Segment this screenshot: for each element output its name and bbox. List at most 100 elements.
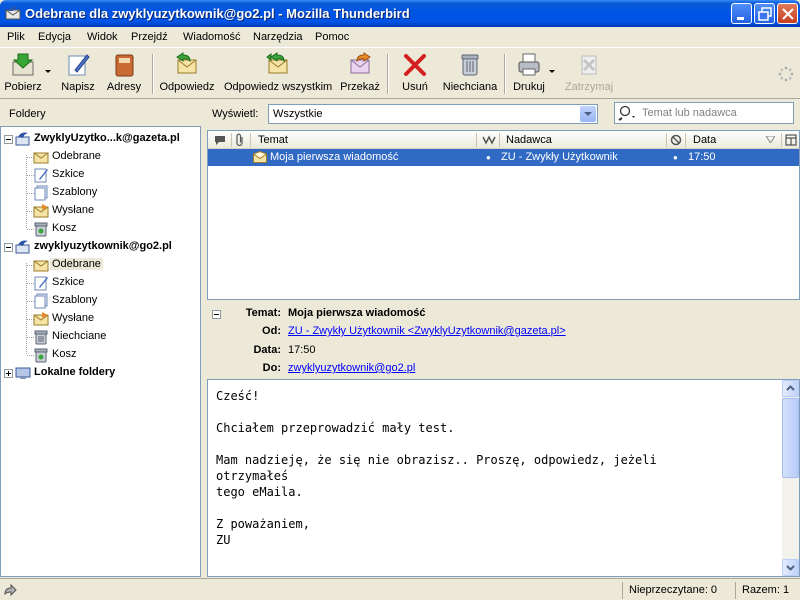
reply-icon xyxy=(176,52,197,74)
reply-button[interactable]: Odpowiedz xyxy=(158,52,216,98)
reply-all-button[interactable]: Odpowiedz wszystkim xyxy=(224,52,332,98)
message-date: 17:50 xyxy=(688,151,716,163)
date-label: Data: xyxy=(253,344,281,356)
menu-help[interactable]: Pomoc xyxy=(315,31,349,43)
chevron-down-icon[interactable] xyxy=(580,106,596,122)
body-paragraph: Z poważaniem, ZU xyxy=(216,517,310,547)
write-button[interactable]: Napisz xyxy=(58,52,98,98)
junk-dot-icon: ● xyxy=(673,153,678,162)
thread-column-icon[interactable] xyxy=(214,134,226,146)
address-book-button[interactable]: Adresy xyxy=(104,52,144,98)
print-dropdown-icon[interactable] xyxy=(549,70,555,73)
title-bar: Odebrane dla zwyklyuzytkownik@go2.pl - M… xyxy=(0,0,800,27)
delete-button[interactable]: Usuń xyxy=(396,52,434,98)
get-mail-button[interactable]: Pobierz xyxy=(3,52,43,98)
forward-icon xyxy=(350,52,371,74)
delete-icon xyxy=(404,54,426,76)
from-label: Od: xyxy=(262,325,281,337)
subject-label: Temat: xyxy=(245,307,281,319)
total-count: Razem: 1 xyxy=(735,582,795,599)
stop-icon xyxy=(581,55,597,75)
account-icon xyxy=(15,240,30,254)
menu-edit[interactable]: Edycja xyxy=(38,31,71,43)
junk-folder-icon xyxy=(34,330,48,345)
status-bar: Nieprzeczytane: 0 Razem: 1 xyxy=(0,578,800,600)
junk-icon xyxy=(461,54,479,76)
read-message-icon xyxy=(253,151,267,163)
toolbar-separator xyxy=(387,54,389,94)
menu-file[interactable]: Plik xyxy=(7,31,25,43)
reply-all-icon xyxy=(266,52,288,74)
message-sender: ZU - Zwykły Użytkownik xyxy=(501,151,618,163)
minimize-button[interactable] xyxy=(731,3,752,24)
body-paragraph: Chciałem przeprowadzić mały test. xyxy=(216,421,455,435)
write-icon xyxy=(68,54,90,76)
header-to-link[interactable]: zwyklyuzytkownik@go2.pl xyxy=(288,362,415,374)
read-column-icon[interactable] xyxy=(482,135,496,145)
maximize-button[interactable] xyxy=(754,3,775,24)
menu-message[interactable]: Wiadomość xyxy=(183,31,240,43)
table-row[interactable]: Moja pierwsza wiadomość ● ZU - Zwykły Uż… xyxy=(208,149,799,166)
body-paragraph: Cześć! xyxy=(216,389,260,403)
header-from-link[interactable]: ZU - Zwykły Użytkownik <ZwyklyUzytkownik… xyxy=(288,325,566,337)
toolbar-separator xyxy=(152,54,154,94)
search-icon xyxy=(618,105,635,121)
column-date[interactable]: Data xyxy=(693,134,716,146)
get-mail-dropdown-icon[interactable] xyxy=(45,70,51,73)
folder-tree: ZwyklyUzytko...k@gazeta.pl Odebrane Szki… xyxy=(0,126,201,577)
drafts-icon xyxy=(34,168,48,183)
trash-icon xyxy=(34,222,48,237)
column-picker-icon[interactable] xyxy=(785,134,797,146)
tree-line xyxy=(26,263,27,354)
trash-icon xyxy=(34,348,48,363)
toolbar: Pobierz Napisz Adresy Odpowiedz Odpowied… xyxy=(0,47,800,99)
collapse-account-1-icon[interactable] xyxy=(4,135,13,144)
collapse-account-2-icon[interactable] xyxy=(4,243,13,252)
sent-icon xyxy=(33,204,49,218)
junk-button[interactable]: Niechciana xyxy=(442,52,498,98)
stop-button[interactable]: Zatrzymaj xyxy=(562,52,616,98)
menu-tools[interactable]: Narzędzia xyxy=(253,31,303,43)
attachment-column-icon[interactable] xyxy=(235,133,245,147)
scroll-thumb[interactable] xyxy=(782,398,799,478)
search-input[interactable]: Temat lub nadawca xyxy=(614,102,794,124)
menu-view[interactable]: Widok xyxy=(87,31,118,43)
column-subject[interactable]: Temat xyxy=(258,134,288,146)
junk-status-column-icon[interactable] xyxy=(670,134,682,146)
header-date: 17:50 xyxy=(288,344,316,356)
message-header: Temat: Moja pierwsza wiadomość Od: ZU - … xyxy=(207,303,800,379)
body-paragraph: Mam nadzieję, że się nie obrazisz.. Pros… xyxy=(216,453,657,499)
inbox-icon xyxy=(33,260,49,272)
expand-local-folders-icon[interactable] xyxy=(4,369,13,378)
online-status-icon[interactable] xyxy=(3,582,19,598)
close-button[interactable] xyxy=(777,3,798,24)
forward-button[interactable]: Przekaż xyxy=(340,52,380,98)
view-label: Wyświetl: xyxy=(212,108,259,120)
menu-go[interactable]: Przejdź xyxy=(131,31,168,43)
print-button[interactable]: Drukuj xyxy=(510,52,548,98)
message-list: Temat Nadawca Data Moja pierwsza wiadomo… xyxy=(207,130,800,300)
menu-bar: Plik Edycja Widok Przejdź Wiadomość Narz… xyxy=(0,27,800,47)
templates-icon xyxy=(34,185,48,201)
scroll-up-button[interactable] xyxy=(782,380,799,397)
header-subject: Moja pierwsza wiadomość xyxy=(288,307,426,319)
message-subject: Moja pierwsza wiadomość xyxy=(270,151,399,163)
scroll-down-button[interactable] xyxy=(782,559,799,576)
body-scrollbar[interactable] xyxy=(782,380,799,576)
inbox-icon xyxy=(33,152,49,164)
tree-line xyxy=(26,155,27,228)
throbber-icon xyxy=(778,66,794,82)
column-sender[interactable]: Nadawca xyxy=(506,134,552,146)
message-list-header: Temat Nadawca Data xyxy=(208,131,799,149)
address-book-icon xyxy=(115,54,134,77)
toolbar-separator xyxy=(504,54,506,94)
view-select[interactable]: Wszystkie xyxy=(268,104,598,124)
drafts-icon xyxy=(34,276,48,291)
folders-header: Foldery xyxy=(9,108,46,120)
unread-count: Nieprzeczytane: 0 xyxy=(622,582,728,599)
account-icon xyxy=(15,132,30,146)
get-mail-icon xyxy=(12,53,34,76)
local-folders-icon xyxy=(15,367,31,379)
message-body[interactable]: Cześć! Chciałem przeprowadzić mały test.… xyxy=(207,379,800,577)
message-body-text: Cześć! Chciałem przeprowadzić mały test.… xyxy=(216,388,776,548)
